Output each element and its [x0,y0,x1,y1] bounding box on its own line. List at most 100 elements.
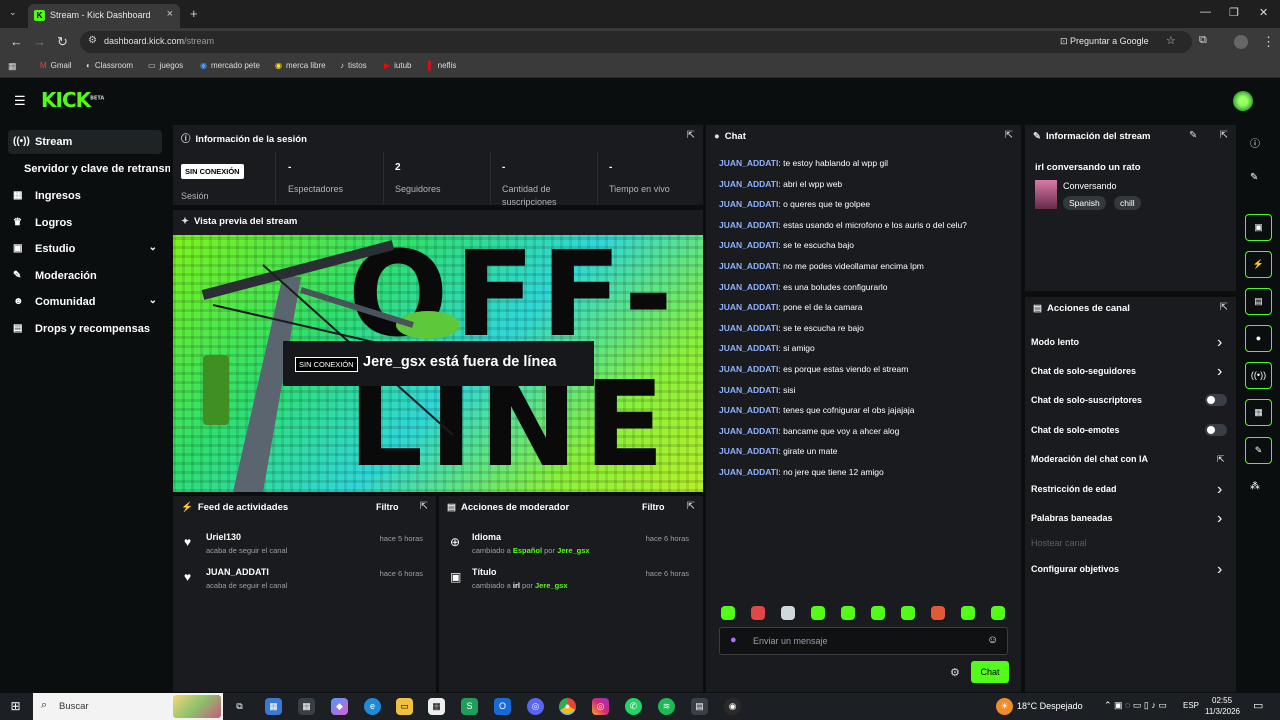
windows-start-icon[interactable]: ⊞ [7,698,24,715]
emote-icon[interactable] [901,606,915,620]
channel-action-2[interactable]: Chat de solo-suscriptores [1031,395,1142,405]
chat-username[interactable]: JUAN_ADDATI [719,364,778,374]
file-explorer-icon[interactable]: ▭ [396,698,413,715]
bookmark-merca-libre[interactable]: ◉ merca libre [275,61,326,70]
back-icon[interactable]: ← [10,34,23,49]
chevron-right-icon[interactable]: › [1217,510,1222,528]
channel-action-4[interactable]: Moderación del chat con IA [1031,454,1148,464]
bookmark-juegos[interactable]: ▭ juegos [148,61,183,70]
sheets-icon[interactable]: S [461,698,478,715]
discord-icon[interactable]: ◎ [527,698,544,715]
chat-username[interactable]: JUAN_ADDATI [719,282,778,292]
channel-action-5[interactable]: Restricción de edad [1031,484,1117,494]
xbox-icon[interactable]: ▦ [298,698,315,715]
external-link-icon[interactable]: ⇱ [1217,454,1225,465]
browser-tab[interactable]: K Stream - Kick Dashboard × [28,4,180,28]
channel-action-0[interactable]: Modo lento [1031,337,1079,347]
popout-icon[interactable]: ⇱ [687,501,695,512]
rail-button-broadcast[interactable]: ((•)) [1245,362,1272,389]
sidebar-item-ingresos[interactable]: ▦ Ingresos [8,184,162,208]
notifications-icon[interactable]: ▭ [1253,699,1263,712]
toggle-switch[interactable] [1205,424,1227,436]
rail-button-screen[interactable]: ▣ [1245,214,1272,241]
chat-settings-icon[interactable]: ⚙ [950,666,960,679]
category-thumbnail[interactable] [1035,180,1057,209]
rail-button-chat[interactable]: ● [1245,325,1272,352]
forward-icon[interactable]: → [33,34,46,49]
chat-username[interactable]: JUAN_ADDATI [719,323,778,333]
rail-button-bolt[interactable]: ⚡ [1245,251,1272,278]
new-tab-icon[interactable]: + [190,6,198,21]
emote-icon[interactable] [751,606,765,620]
site-settings-icon[interactable]: ⚙ [88,35,97,46]
reload-icon[interactable]: ↻ [57,34,68,50]
emoji-icon[interactable]: ☺ [987,634,998,646]
sidebar-item-logros[interactable]: ♛ Logros [8,211,162,235]
chat-username[interactable]: JUAN_ADDATI [719,405,778,415]
widgets-icon[interactable]: ▦ [265,698,282,715]
hamburger-menu-icon[interactable]: ☰ [14,93,26,109]
chevron-right-icon[interactable]: › [1217,334,1222,352]
bookmark-neflis[interactable]: ▌ neflis [428,61,456,70]
spotify-icon[interactable]: ≋ [658,698,675,715]
channel-action-3[interactable]: Chat de solo-emotes [1031,425,1120,435]
chat-send-button[interactable]: Chat [971,661,1009,683]
taskbar-search[interactable]: ⌕ Buscar [33,693,223,720]
tab-list-chevron-icon[interactable]: ⌄ [9,7,17,18]
channel-action-6[interactable]: Palabras baneadas [1031,513,1113,523]
sidebar-item-server-key[interactable]: Servidor y clave de retransm [18,157,170,181]
chat-username[interactable]: JUAN_ADDATI [719,302,778,312]
microphone-icon[interactable]: ● [730,634,737,646]
popout-icon[interactable]: ⇱ [687,130,695,141]
edge-icon[interactable]: e [364,698,381,715]
maximize-icon[interactable]: ❐ [1229,6,1239,19]
channel-action-8[interactable]: Configurar objetivos [1031,564,1119,574]
edit-pencil-icon[interactable]: ✎ [1189,130,1197,141]
emote-icon[interactable] [721,606,735,620]
close-window-icon[interactable]: ✕ [1259,6,1268,19]
chat-username[interactable]: JUAN_ADDATI [719,179,778,189]
bookmark-classroom[interactable]: ◐ Classroom [86,61,133,70]
browser-menu-icon[interactable]: ⋮ [1262,34,1275,50]
task-view-icon[interactable]: ⧉ [231,698,248,715]
emote-icon[interactable] [841,606,855,620]
chat-username[interactable]: JUAN_ADDATI [719,343,778,353]
system-tray-icons[interactable]: ⌃ ▣ ◌ ▭ ▯ ♪ ▭ [1104,700,1167,711]
chat-username[interactable]: JUAN_ADDATI [719,220,778,230]
profile-avatar[interactable] [1234,35,1248,49]
outlook-icon[interactable]: O [494,698,511,715]
ask-google-button[interactable]: ⊡ Preguntar a Google [1060,36,1149,47]
channel-action-1[interactable]: Chat de solo-seguidores [1031,366,1136,376]
instagram-icon[interactable]: ◎ [592,698,609,715]
apps-icon[interactable]: ⁂ [1250,481,1260,492]
emote-icon[interactable] [781,606,795,620]
chat-username[interactable]: JUAN_ADDATI [719,199,778,209]
info-icon[interactable]: ⓘ [1250,135,1260,150]
close-tab-icon[interactable]: × [167,8,173,20]
emote-icon[interactable] [811,606,825,620]
filter-button[interactable]: Filtro [376,502,399,512]
sidebar-item-comunidad[interactable]: ☻ Comunidad ⌄ [8,290,162,314]
chat-username[interactable]: JUAN_ADDATI [719,446,778,456]
popout-icon[interactable]: ⇱ [1220,130,1228,141]
bookmark-star-icon[interactable]: ☆ [1166,34,1176,47]
chat-username[interactable]: JUAN_ADDATI [719,261,778,271]
copilot-icon[interactable]: ◆ [331,698,348,715]
apps-grid-icon[interactable]: ▦ [8,61,17,72]
rail-button-wrench[interactable]: ✎ [1245,437,1272,464]
omnibox[interactable]: ⚙ dashboard.kick.com/stream ⊡ Preguntar … [80,31,1192,53]
extensions-icon[interactable]: ⧉ [1199,34,1207,47]
obs-icon[interactable]: ◉ [724,698,741,715]
filter-button[interactable]: Filtro [642,502,665,512]
weather-icon[interactable]: ☀ [996,698,1013,715]
clock-time[interactable]: 02:55 [1212,696,1232,705]
sidebar-item-drops[interactable]: ▤ Drops y recompensas [8,317,162,341]
chat-username[interactable]: JUAN_ADDATI [719,467,778,477]
whatsapp-icon[interactable]: ✆ [625,698,642,715]
sidebar-item-stream[interactable]: ((•)) Stream [8,130,162,154]
clock-date[interactable]: 11/3/2026 [1205,707,1240,716]
sidebar-item-estudio[interactable]: ▣ Estudio ⌄ [8,237,162,261]
url-text[interactable]: dashboard.kick.com/stream [104,36,214,46]
minimize-icon[interactable]: — [1200,6,1211,18]
chat-username[interactable]: JUAN_ADDATI [719,385,778,395]
